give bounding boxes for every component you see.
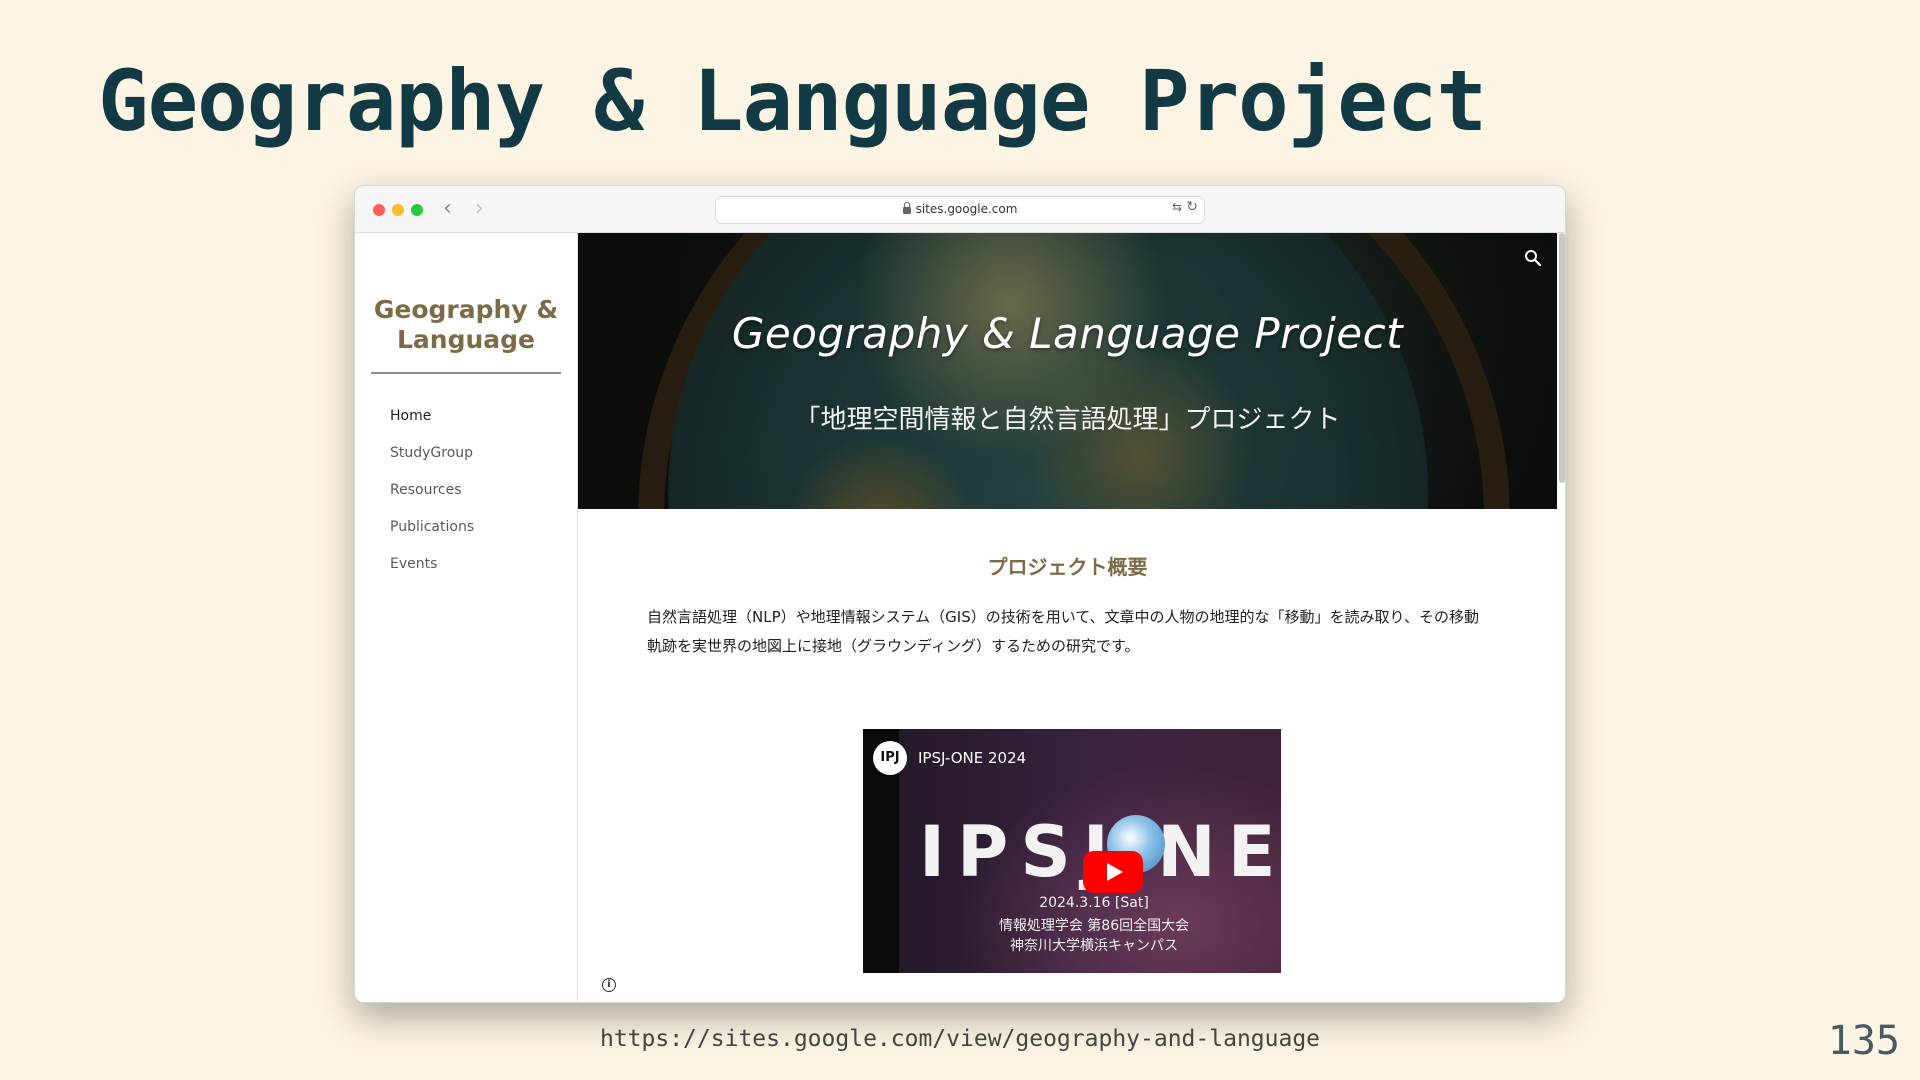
site-title[interactable]: Geography & Language <box>371 295 561 355</box>
nav-item-home[interactable]: Home <box>390 408 474 445</box>
video-event-name: 情報処理学会 第86回全国大会 <box>998 918 1190 934</box>
nav-item-resources[interactable]: Resources <box>390 482 474 519</box>
site-nav: Home StudyGroup Resources Publications E… <box>390 408 474 593</box>
translate-icon[interactable]: ⇆ <box>1172 200 1182 214</box>
play-button[interactable] <box>1083 851 1143 893</box>
video-date: 2024.3.16 [Sat] <box>1039 895 1149 911</box>
minimize-window-button[interactable] <box>392 204 404 216</box>
source-url[interactable]: https://sites.google.com/view/geography-… <box>0 1026 1920 1052</box>
back-button[interactable]: ‹ <box>443 196 452 221</box>
browser-window: ‹ › sites.google.com ⇆ ↻ Geography & Lan… <box>354 185 1566 1003</box>
zoom-window-button[interactable] <box>411 204 423 216</box>
nav-item-studygroup[interactable]: StudyGroup <box>390 445 474 482</box>
hero-title: Geography & Language Project <box>731 309 1404 358</box>
url-label: sites.google.com <box>915 202 1018 216</box>
nav-item-events[interactable]: Events <box>390 556 474 593</box>
main-content: Geography & Language Project 「地理空間情報と自然言… <box>578 233 1565 1002</box>
page-scrollbar[interactable] <box>1559 233 1565 483</box>
forward-button[interactable]: › <box>475 196 484 221</box>
info-icon[interactable]: i <box>602 978 616 992</box>
youtube-video-embed[interactable]: IPJ IPSJ-ONE 2024 IPSJ NE 2024.3.16 [Sat… <box>863 729 1281 973</box>
nav-item-publications[interactable]: Publications <box>390 519 474 556</box>
video-title[interactable]: IPSJ-ONE 2024 <box>918 749 1026 767</box>
hero-subtitle: 「地理空間情報と自然言語処理」プロジェクト <box>794 405 1341 435</box>
slide-title: Geography & Language Project <box>98 52 1487 150</box>
hero-overlay <box>578 233 1557 509</box>
search-icon[interactable] <box>1524 249 1542 267</box>
site-title-divider <box>371 372 561 374</box>
project-description: 自然言語処理（NLP）や地理情報システム（GIS）の技術を用いて、文章中の人物の… <box>647 608 1479 655</box>
address-bar[interactable]: sites.google.com ⇆ ↻ <box>715 196 1205 224</box>
video-venue: 神奈川大学横浜キャンパス <box>1010 938 1178 954</box>
channel-logo[interactable]: IPJ <box>873 741 907 775</box>
browser-toolbar: ‹ › sites.google.com ⇆ ↻ <box>355 186 1565 233</box>
lock-icon <box>902 202 911 214</box>
page-number: 135 <box>1827 1018 1900 1064</box>
site-sidebar: Geography & Language Home StudyGroup Res… <box>355 233 578 1002</box>
hero-banner: Geography & Language Project 「地理空間情報と自然言… <box>578 233 1557 509</box>
address-bar-text: sites.google.com <box>716 202 1204 216</box>
reload-icon[interactable]: ↻ <box>1186 199 1198 215</box>
section-heading: プロジェクト概要 <box>987 555 1148 579</box>
close-window-button[interactable] <box>373 204 385 216</box>
